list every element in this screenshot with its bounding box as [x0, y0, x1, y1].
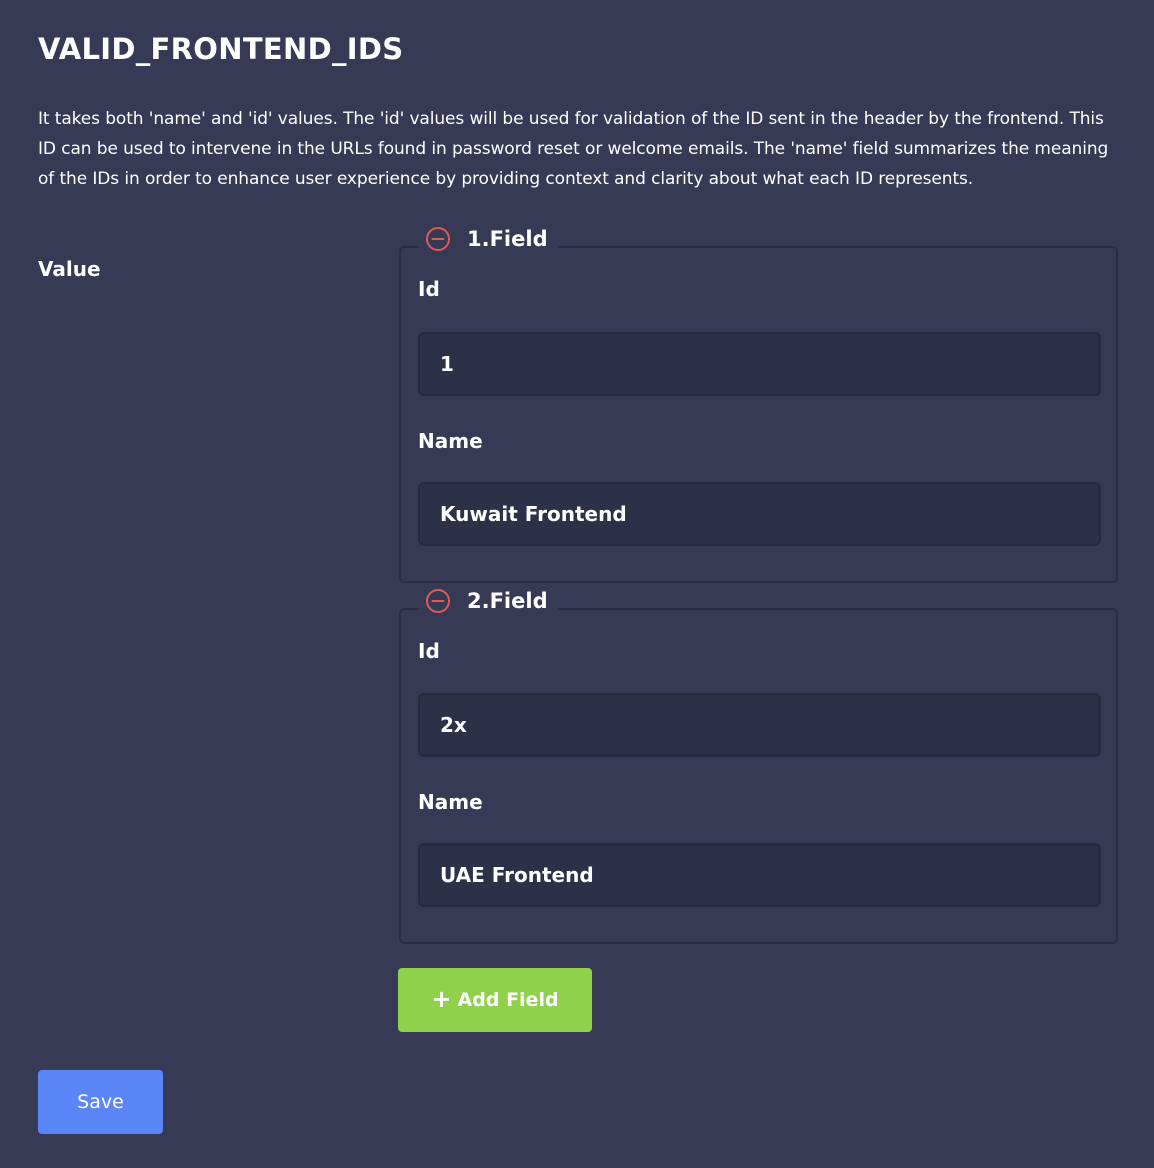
id-label: Id: [418, 639, 440, 663]
save-button[interactable]: Save: [38, 1070, 163, 1134]
value-label: Value: [38, 257, 101, 281]
minus-circle-icon[interactable]: [425, 226, 451, 252]
field-group-title: 2.Field: [467, 589, 548, 613]
field-group-2: 2.Field Id Name: [399, 586, 1118, 944]
field-group-1: 1.Field Id Name: [399, 224, 1118, 583]
plus-icon: +: [431, 985, 452, 1013]
name-input[interactable]: [418, 843, 1101, 907]
field-group-legend: 2.Field: [419, 586, 558, 616]
name-input[interactable]: [418, 482, 1101, 546]
id-input[interactable]: [418, 332, 1101, 396]
minus-circle-icon[interactable]: [425, 588, 451, 614]
id-label: Id: [418, 277, 440, 301]
name-label: Name: [418, 429, 483, 453]
setting-description: It takes both 'name' and 'id' values. Th…: [38, 109, 1109, 189]
add-field-label: Add Field: [457, 989, 559, 1011]
field-group-title: 1.Field: [467, 227, 548, 251]
id-input[interactable]: [418, 693, 1101, 757]
add-field-button[interactable]: + Add Field: [398, 968, 592, 1032]
name-label: Name: [418, 790, 483, 814]
page-title: VALID_FRONTEND_IDS: [38, 32, 404, 66]
field-group-legend: 1.Field: [419, 224, 558, 254]
